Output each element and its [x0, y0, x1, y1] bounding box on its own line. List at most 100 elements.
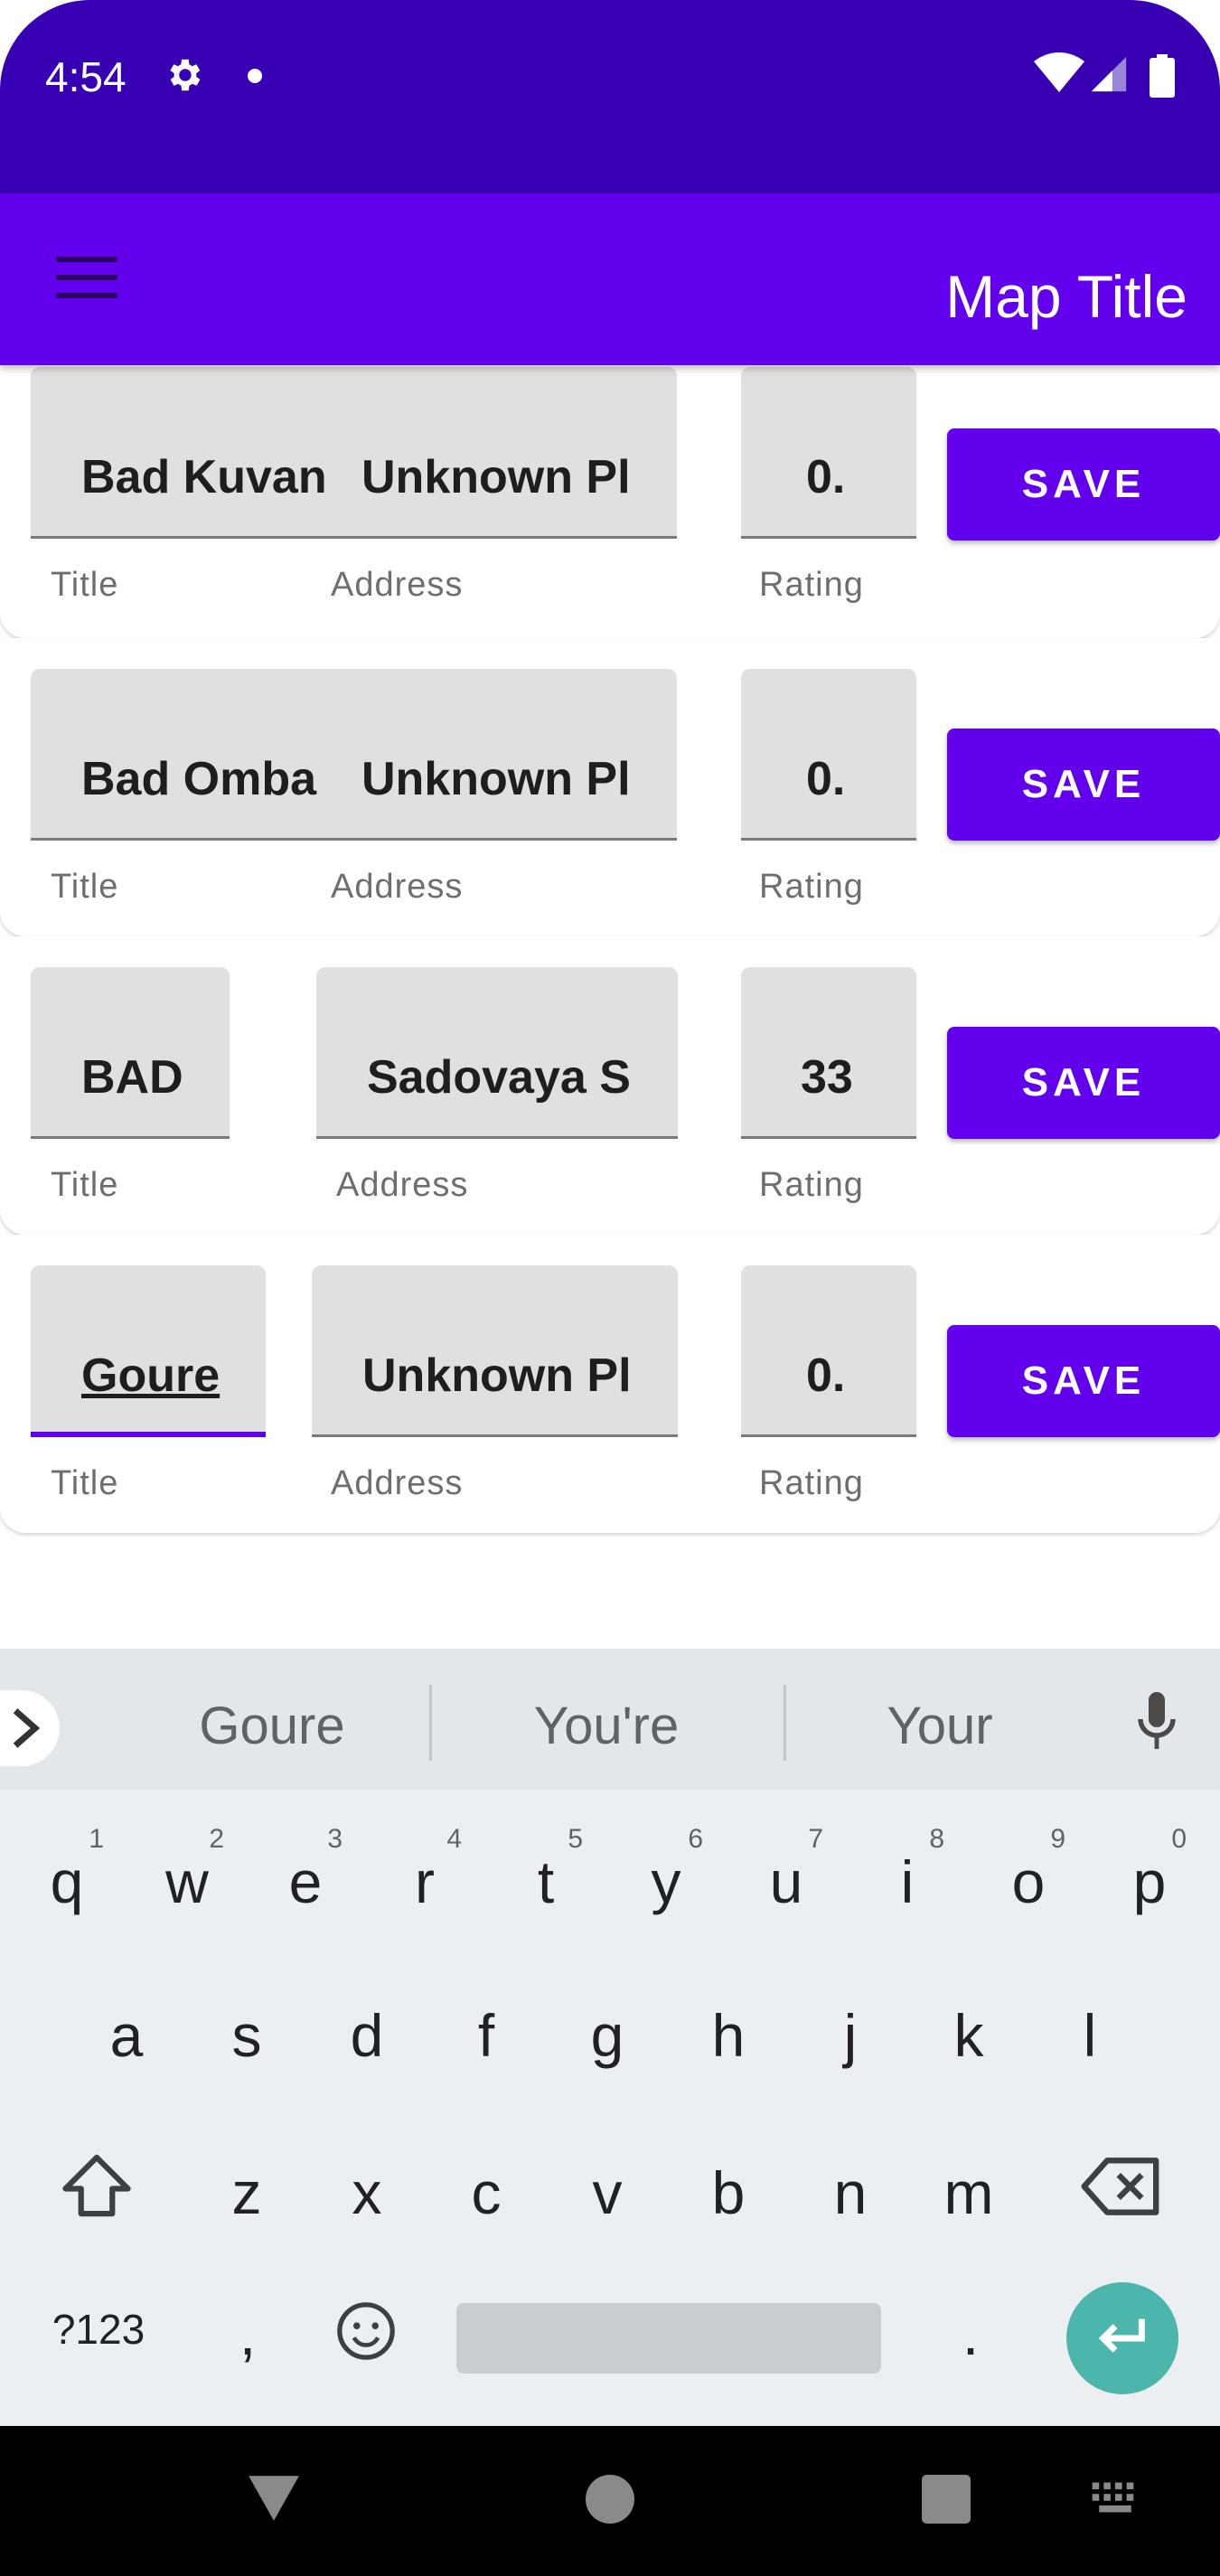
address-value: Sadovaya S	[367, 1051, 631, 1104]
title-value: Bad Kuvan	[81, 451, 327, 503]
title-label: Title	[51, 1166, 119, 1204]
title-field[interactable]: BAD	[31, 967, 230, 1139]
rating-value: 33	[801, 1051, 853, 1104]
key-k[interactable]: k	[912, 1965, 1026, 2101]
recents-square-icon[interactable]	[922, 2475, 971, 2524]
comma-key[interactable]: ,	[193, 2260, 302, 2395]
place-row: Bad Omba Unknown Pl 0. SAVE Title Addres…	[0, 638, 1220, 936]
key-u[interactable]: 7u	[729, 1811, 843, 1947]
key-o[interactable]: 9o	[971, 1811, 1085, 1947]
address-value: Unknown Pl	[361, 753, 631, 805]
enter-button[interactable]	[1066, 2282, 1178, 2394]
enter-icon	[1098, 2318, 1145, 2353]
app-title: Map Title	[945, 263, 1187, 330]
key-z[interactable]: z	[190, 2122, 304, 2258]
hamburger-menu-icon[interactable]	[56, 257, 117, 302]
key-j[interactable]: j	[793, 1965, 907, 2101]
microphone-icon[interactable]	[1135, 1692, 1178, 1752]
key-w[interactable]: 2w	[130, 1811, 244, 1947]
key-x[interactable]: x	[310, 2122, 424, 2258]
rating-value: 0.	[806, 1349, 846, 1402]
key-r[interactable]: 4r	[368, 1811, 482, 1947]
rating-field[interactable]: 0.	[741, 367, 916, 539]
key-h[interactable]: h	[671, 1965, 785, 2101]
key-a[interactable]: a	[70, 1965, 183, 2101]
address-label: Address	[331, 566, 464, 604]
places-list[interactable]: Bad Kuvan Unknown Pl 0. SAVE Title Addre…	[0, 365, 1220, 1649]
save-button[interactable]: SAVE	[947, 729, 1220, 841]
save-button[interactable]: SAVE	[947, 1325, 1220, 1437]
suggestion-item[interactable]: You're	[457, 1696, 755, 1756]
key-c[interactable]: c	[429, 2122, 543, 2258]
rating-label: Rating	[759, 1464, 864, 1502]
address-field[interactable]: Sadovaya S	[316, 967, 678, 1139]
rating-label: Rating	[759, 868, 864, 906]
key-d[interactable]: d	[310, 1965, 424, 2101]
title-field[interactable]: Bad Omba Unknown Pl	[31, 669, 677, 841]
status-bar: 4:54	[0, 0, 1220, 193]
keyboard-switch-icon[interactable]	[1090, 2480, 1140, 2515]
rating-field[interactable]: 33	[741, 967, 916, 1139]
rating-field[interactable]: 0.	[741, 1265, 916, 1437]
period-key[interactable]: .	[916, 2260, 1025, 2395]
place-row: Bad Kuvan Unknown Pl 0. SAVE Title Addre…	[0, 365, 1220, 638]
address-label: Address	[331, 1464, 464, 1502]
key-y[interactable]: 6y	[609, 1811, 723, 1947]
title-label: Title	[51, 566, 119, 604]
address-field[interactable]: Unknown Pl	[312, 1265, 678, 1437]
space-bar[interactable]	[456, 2303, 881, 2374]
key-v[interactable]: v	[550, 2122, 664, 2258]
rating-label: Rating	[759, 1166, 864, 1204]
key-i[interactable]: 8i	[850, 1811, 964, 1947]
suggestion-strip: Goure You're Your	[0, 1649, 1220, 1790]
key-q[interactable]: 1q	[10, 1811, 124, 1947]
shift-icon[interactable]	[58, 2151, 136, 2220]
key-l[interactable]: l	[1033, 1965, 1147, 2101]
title-value: Bad Omba	[81, 753, 317, 805]
key-g[interactable]: g	[550, 1965, 664, 2101]
expand-toolbar-button[interactable]	[0, 1690, 60, 1766]
wifi-icon	[1034, 52, 1084, 92]
key-b[interactable]: b	[671, 2122, 785, 2258]
symbols-key[interactable]: ?123	[40, 2260, 157, 2395]
key-n[interactable]: n	[793, 2122, 907, 2258]
title-label: Title	[51, 868, 119, 906]
notification-dot-icon	[248, 69, 262, 83]
cell-signal-icon	[1091, 56, 1127, 92]
battery-icon	[1150, 54, 1175, 98]
suggestion-divider	[784, 1685, 786, 1761]
title-value: Goure	[81, 1349, 221, 1402]
system-nav-bar	[0, 2426, 1220, 2576]
backspace-icon[interactable]	[1081, 2155, 1162, 2218]
suggestion-divider	[429, 1685, 432, 1761]
save-button[interactable]: SAVE	[947, 428, 1220, 541]
emoji-icon[interactable]	[334, 2299, 398, 2363]
home-circle-icon[interactable]	[586, 2475, 634, 2524]
app-bar: Map Title	[0, 193, 1220, 365]
rating-field[interactable]: 0.	[741, 669, 916, 841]
address-label: Address	[336, 1166, 469, 1204]
settings-gear-icon	[170, 59, 201, 91]
key-m[interactable]: m	[912, 2122, 1026, 2258]
place-row: BAD Sadovaya S 33 SAVE Title Address Rat…	[0, 936, 1220, 1235]
address-label: Address	[331, 868, 464, 906]
address-value: Unknown Pl	[361, 451, 631, 503]
back-triangle-icon[interactable]	[246, 2473, 302, 2524]
rating-value: 0.	[806, 753, 846, 805]
key-s[interactable]: s	[190, 1965, 304, 2101]
rating-label: Rating	[759, 566, 864, 604]
title-field[interactable]: Goure	[31, 1265, 266, 1437]
address-value: Unknown Pl	[362, 1349, 632, 1402]
save-button[interactable]: SAVE	[947, 1027, 1220, 1139]
key-f[interactable]: f	[429, 1965, 543, 2101]
status-time: 4:54	[45, 53, 127, 100]
rating-value: 0.	[806, 451, 846, 503]
key-e[interactable]: 3e	[249, 1811, 362, 1947]
suggestion-item[interactable]: Goure	[123, 1696, 421, 1756]
soft-keyboard: Goure You're Your 1q2w3e4r5t6y7u8i9o0p a…	[0, 1649, 1220, 2426]
place-row: Goure Unknown Pl 0. SAVE Title Address R…	[0, 1235, 1220, 1533]
key-p[interactable]: 0p	[1093, 1811, 1206, 1947]
suggestion-item[interactable]: Your	[791, 1696, 1089, 1756]
key-t[interactable]: 5t	[489, 1811, 603, 1947]
title-field[interactable]: Bad Kuvan Unknown Pl	[31, 367, 677, 539]
